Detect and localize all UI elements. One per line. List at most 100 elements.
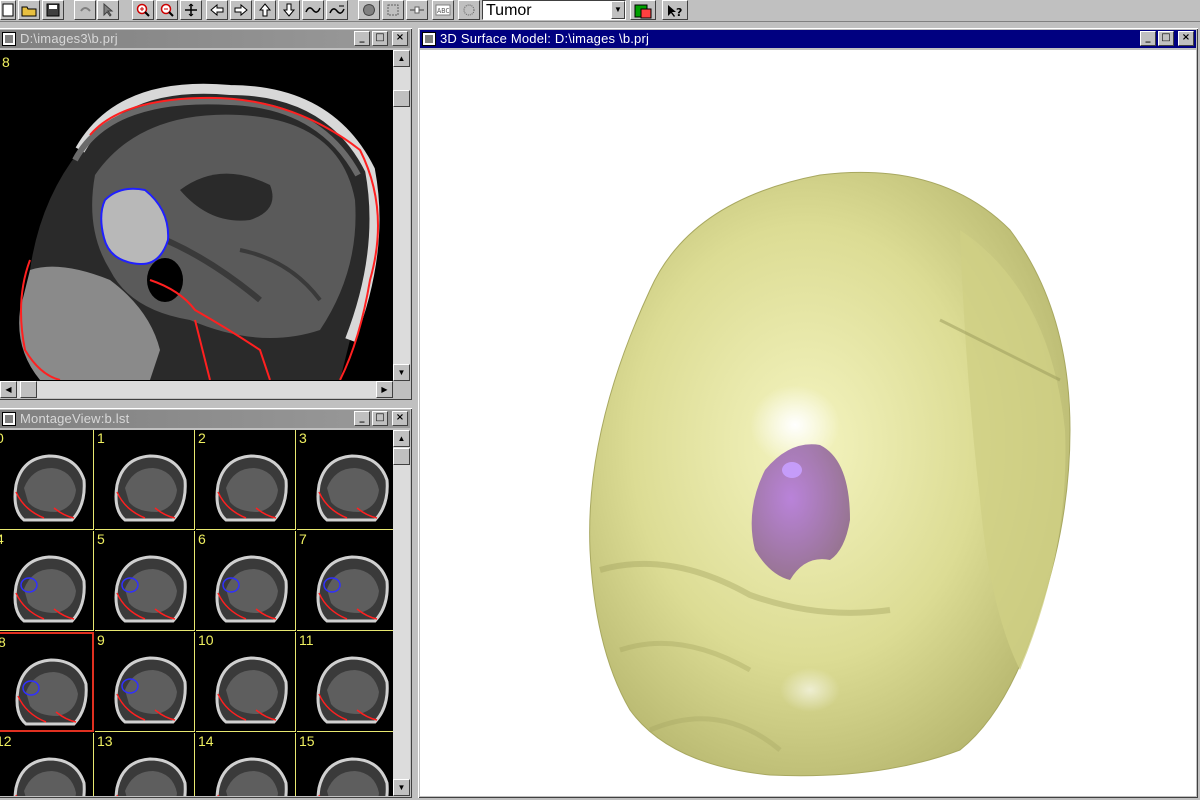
scroll-thumb[interactable] — [393, 90, 410, 107]
arrow-right-icon[interactable] — [230, 0, 252, 20]
montage-cell-label: 1 — [97, 430, 105, 446]
minimize-button[interactable]: _ — [354, 411, 370, 426]
pan-icon[interactable] — [180, 0, 202, 20]
scroll-up-button[interactable]: ▲ — [393, 430, 410, 447]
montage-cell-label: 9 — [97, 632, 105, 648]
undo-icon[interactable] — [74, 0, 96, 20]
window-menu-icon[interactable] — [2, 412, 16, 426]
montage-cell[interactable]: 14 — [196, 733, 296, 796]
montage-thumbnail — [316, 555, 389, 623]
montage-thumbnail — [114, 656, 187, 724]
montage-cell[interactable]: 0 — [0, 430, 94, 530]
3d-model-view[interactable] — [420, 50, 1196, 796]
montage-cell[interactable]: 3 — [297, 430, 397, 530]
slice-horizontal-scrollbar[interactable]: ◀ ▶ — [0, 381, 393, 398]
montage-cell-label: 4 — [0, 531, 4, 547]
blob-icon[interactable] — [358, 0, 380, 20]
maximize-button[interactable]: □ — [1158, 31, 1174, 46]
zoom-in-icon[interactable] — [132, 0, 154, 20]
scroll-up-button[interactable]: ▲ — [393, 50, 410, 67]
scroll-right-button[interactable]: ▶ — [376, 381, 393, 398]
slice-window: D:\images3\b.prj _ □ × 8 ▲ ▼ ◀ ▶ — [0, 26, 414, 402]
line-icon[interactable] — [406, 0, 428, 20]
montage-thumbnail — [13, 757, 86, 796]
montage-vertical-scrollbar[interactable]: ▲ ▼ — [393, 430, 410, 796]
slice-view[interactable]: 8 ▲ ▼ ◀ ▶ — [0, 50, 410, 398]
close-button[interactable]: × — [392, 411, 408, 426]
montage-cell-label: 12 — [0, 733, 12, 749]
montage-cell[interactable]: 15 — [297, 733, 397, 796]
pointer-icon[interactable] — [97, 0, 119, 20]
montage-cell[interactable]: 7 — [297, 531, 397, 631]
wave2-icon[interactable] — [326, 0, 348, 20]
montage-cell-label: 10 — [198, 632, 214, 648]
montage-cell-label: 0 — [0, 430, 4, 446]
montage-window-titlebar[interactable]: MontageView:b.lst _ □ × — [0, 410, 410, 428]
montage-cell[interactable]: 6 — [196, 531, 296, 631]
window-menu-icon[interactable] — [2, 32, 16, 46]
montage-cell[interactable]: 9 — [95, 632, 195, 732]
svg-text:ABC: ABC — [437, 7, 450, 15]
structure-select-value: Tumor — [486, 2, 532, 19]
box-icon[interactable] — [382, 0, 404, 20]
svg-text:?: ? — [676, 6, 682, 19]
montage-cell-label: 3 — [299, 430, 307, 446]
montage-cell[interactable]: 4 — [0, 531, 94, 631]
app-root: ABC Tumor ▼ ? D:\images3\b.prj _ □ × 8 ▲… — [0, 0, 1200, 800]
slice-number: 8 — [2, 54, 10, 70]
open-icon[interactable] — [18, 0, 40, 20]
arrow-up-icon[interactable] — [254, 0, 276, 20]
text-icon[interactable]: ABC — [432, 0, 454, 20]
montage-view[interactable]: 0123456789101112131415 ▲ ▼ — [0, 430, 410, 796]
scroll-down-button[interactable]: ▼ — [393, 364, 410, 381]
wave-icon[interactable] — [302, 0, 324, 20]
montage-cell-label: 15 — [299, 733, 315, 749]
slice-vertical-scrollbar[interactable]: ▲ ▼ — [393, 50, 410, 381]
montage-cell[interactable]: 13 — [95, 733, 195, 796]
new-icon[interactable] — [0, 0, 16, 20]
3d-head-model[interactable] — [420, 50, 1196, 778]
montage-cell-label: 5 — [97, 531, 105, 547]
montage-window-title: MontageView:b.lst — [20, 411, 130, 426]
color-icon[interactable] — [630, 0, 656, 20]
scroll-down-button[interactable]: ▼ — [393, 779, 410, 796]
montage-cell-label: 11 — [299, 632, 314, 648]
scroll-thumb-horizontal[interactable] — [20, 381, 37, 398]
montage-cell-label: 6 — [198, 531, 206, 547]
montage-cell[interactable]: 2 — [196, 430, 296, 530]
arrow-down-icon[interactable] — [278, 0, 300, 20]
window-menu-icon[interactable] — [422, 32, 436, 46]
montage-thumbnail — [13, 555, 86, 623]
scroll-left-button[interactable]: ◀ — [0, 381, 17, 398]
save-icon[interactable] — [42, 0, 64, 20]
montage-thumbnail — [316, 454, 389, 522]
montage-thumbnail — [114, 555, 187, 623]
montage-cell[interactable]: 11 — [297, 632, 397, 732]
help-icon[interactable]: ? — [662, 0, 688, 20]
montage-cell[interactable]: 8 — [0, 632, 94, 732]
slice-window-titlebar[interactable]: D:\images3\b.prj _ □ × — [0, 30, 410, 48]
scroll-thumb[interactable] — [393, 448, 410, 465]
montage-cell-label: 7 — [299, 531, 307, 547]
minimize-button[interactable]: _ — [1140, 31, 1156, 46]
maximize-button[interactable]: □ — [372, 31, 388, 46]
close-button[interactable]: × — [1178, 31, 1194, 46]
montage-cell-label: 8 — [0, 634, 6, 650]
structure-select[interactable]: Tumor ▼ — [482, 0, 626, 20]
montage-cell[interactable]: 10 — [196, 632, 296, 732]
close-button[interactable]: × — [392, 31, 408, 46]
structure-color-icon[interactable] — [458, 0, 480, 20]
montage-cell[interactable]: 5 — [95, 531, 195, 631]
montage-thumbnail — [13, 454, 86, 522]
minimize-button[interactable]: _ — [354, 31, 370, 46]
montage-thumbnail — [215, 454, 288, 522]
model-window-titlebar[interactable]: 3D Surface Model: D:\images \b.prj _ □ × — [420, 30, 1196, 48]
maximize-button[interactable]: □ — [372, 411, 388, 426]
montage-window: MontageView:b.lst _ □ × 0123456789101112… — [0, 406, 414, 800]
montage-cell[interactable]: 12 — [0, 733, 94, 796]
arrow-left-icon[interactable] — [206, 0, 228, 20]
zoom-out-icon[interactable] — [156, 0, 178, 20]
montage-cell[interactable]: 1 — [95, 430, 195, 530]
chevron-down-icon[interactable]: ▼ — [611, 1, 625, 19]
scroll-corner — [393, 381, 410, 398]
